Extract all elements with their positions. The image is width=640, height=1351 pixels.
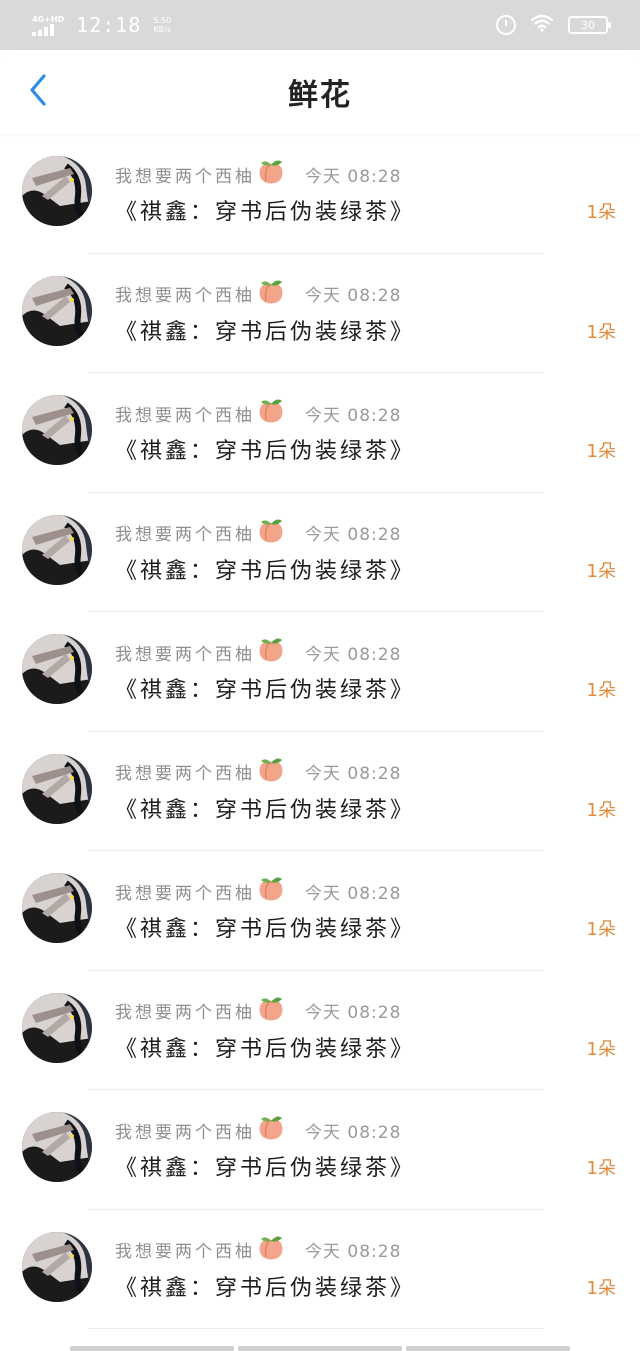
battery-icon: 30 <box>568 16 611 34</box>
timestamp: 今天 08:28 <box>305 1122 402 1143</box>
user-name[interactable]: 我想要两个西柚 <box>115 162 255 187</box>
avatar[interactable] <box>22 156 92 226</box>
status-right: 30 <box>496 14 611 36</box>
alarm-icon <box>496 15 516 35</box>
user-name[interactable]: 我想要两个西柚 <box>115 520 255 545</box>
timestamp: 今天 08:28 <box>305 883 402 904</box>
user-name[interactable]: 我想要两个西柚 <box>115 401 255 426</box>
peach-icon <box>257 279 285 309</box>
peach-icon <box>257 159 285 189</box>
book-title[interactable]: 《祺鑫：穿书后伪装绿茶》 <box>115 672 415 704</box>
status-bar: 4G+HD 12:18 5.50 KB/s 30 <box>0 0 640 50</box>
clock: 12:18 <box>76 13 142 37</box>
book-title[interactable]: 《祺鑫：穿书后伪装绿茶》 <box>115 1031 415 1063</box>
avatar[interactable] <box>22 395 92 465</box>
network-type: 4G+HD <box>32 14 65 24</box>
page-title: 鲜花 <box>288 78 352 113</box>
list-item[interactable]: 我想要两个西柚 今天 08:28 《祺鑫：穿书后伪装绿茶》 1朵 <box>0 493 640 612</box>
timestamp: 今天 08:28 <box>305 286 402 306</box>
peach-icon <box>257 398 285 428</box>
avatar[interactable] <box>22 634 92 704</box>
item-meta: 我想要两个西柚 今天 08:28 <box>115 518 402 548</box>
peach-icon <box>257 518 285 548</box>
timestamp: 今天 08:28 <box>305 644 402 665</box>
peach-icon <box>257 996 285 1026</box>
item-meta: 我想要两个西柚 今天 08:28 <box>115 398 402 428</box>
flower-count: 1朵 <box>586 1277 616 1299</box>
avatar[interactable] <box>22 1112 92 1182</box>
list-item[interactable]: 我想要两个西柚 今天 08:28 《祺鑫：穿书后伪装绿茶》 1朵 <box>0 971 640 1090</box>
user-name[interactable]: 我想要两个西柚 <box>115 759 255 784</box>
header: 鲜花 <box>0 50 640 134</box>
user-name[interactable]: 我想要两个西柚 <box>115 1118 255 1143</box>
item-meta: 我想要两个西柚 今天 08:28 <box>115 159 402 189</box>
avatar[interactable] <box>22 275 92 346</box>
flower-count: 1朵 <box>586 680 616 701</box>
list-item[interactable]: 我想要两个西柚 今天 08:28 《祺鑫：穿书后伪装绿茶》 1朵 <box>0 254 640 373</box>
list-item[interactable]: 我想要两个西柚 今天 08:28 《祺鑫：穿书后伪装绿茶》 1朵 <box>0 732 640 851</box>
battery-level: 30 <box>581 18 595 32</box>
flower-count: 1朵 <box>586 202 616 223</box>
divider <box>88 1328 544 1329</box>
flower-count: 1朵 <box>586 560 616 582</box>
book-title[interactable]: 《祺鑫：穿书后伪装绿茶》 <box>115 792 415 824</box>
chevron-left-icon <box>30 74 46 106</box>
avatar[interactable] <box>22 992 92 1063</box>
book-title[interactable]: 《祺鑫：穿书后伪装绿茶》 <box>115 194 415 226</box>
flower-count: 1朵 <box>586 799 616 821</box>
timestamp: 今天 08:28 <box>305 405 402 426</box>
item-meta: 我想要两个西柚 今天 08:28 <box>115 1235 402 1265</box>
back-button[interactable] <box>18 70 58 110</box>
flower-count: 1朵 <box>586 1038 616 1060</box>
book-title[interactable]: 《祺鑫：穿书后伪装绿茶》 <box>115 433 415 465</box>
book-title[interactable]: 《祺鑫：穿书后伪装绿茶》 <box>115 1270 415 1302</box>
item-meta: 我想要两个西柚 今天 08:28 <box>115 1115 402 1145</box>
item-meta: 我想要两个西柚 今天 08:28 <box>115 637 402 667</box>
status-left: 4G+HD 12:18 5.50 KB/s <box>32 13 171 37</box>
timestamp: 今天 08:28 <box>305 1003 402 1023</box>
user-name[interactable]: 我想要两个西柚 <box>115 879 255 904</box>
peach-icon <box>257 1115 285 1145</box>
user-name[interactable]: 我想要两个西柚 <box>115 640 255 665</box>
list-item[interactable]: 我想要两个西柚 今天 08:28 《祺鑫：穿书后伪装绿茶》 1朵 <box>0 373 640 493</box>
book-title[interactable]: 《祺鑫：穿书后伪装绿茶》 <box>115 314 415 346</box>
cell-signal-icon: 4G+HD <box>32 15 64 36</box>
list-item[interactable]: 我想要两个西柚 今天 08:28 《祺鑫：穿书后伪装绿茶》 1朵 <box>0 134 640 254</box>
list-item[interactable]: 我想要两个西柚 今天 08:28 《祺鑫：穿书后伪装绿茶》 1朵 <box>0 851 640 971</box>
timestamp: 今天 08:28 <box>305 525 402 545</box>
item-meta: 我想要两个西柚 今天 08:28 <box>115 876 402 906</box>
item-meta: 我想要两个西柚 今天 08:28 <box>115 996 402 1026</box>
avatar[interactable] <box>22 514 92 585</box>
avatar[interactable] <box>22 1231 92 1302</box>
user-name[interactable]: 我想要两个西柚 <box>115 1237 255 1262</box>
gift-list: 我想要两个西柚 今天 08:28 《祺鑫：穿书后伪装绿茶》 1朵 我想要两个西柚… <box>0 134 640 1329</box>
book-title[interactable]: 《祺鑫：穿书后伪装绿茶》 <box>115 553 415 585</box>
network-speed: 5.50 KB/s <box>153 16 172 34</box>
timestamp: 今天 08:28 <box>305 764 402 784</box>
flower-count: 1朵 <box>586 1158 616 1179</box>
flower-count: 1朵 <box>586 441 616 462</box>
peach-icon <box>257 1235 285 1265</box>
book-title[interactable]: 《祺鑫：穿书后伪装绿茶》 <box>115 911 415 943</box>
item-meta: 我想要两个西柚 今天 08:28 <box>115 279 402 309</box>
bottom-scroll-indicator <box>70 1346 570 1351</box>
timestamp: 今天 08:28 <box>305 166 402 187</box>
avatar[interactable] <box>22 873 92 943</box>
book-title[interactable]: 《祺鑫：穿书后伪装绿茶》 <box>115 1150 415 1182</box>
user-name[interactable]: 我想要两个西柚 <box>115 998 255 1023</box>
timestamp: 今天 08:28 <box>305 1242 402 1262</box>
list-item[interactable]: 我想要两个西柚 今天 08:28 《祺鑫：穿书后伪装绿茶》 1朵 <box>0 1090 640 1210</box>
list-item[interactable]: 我想要两个西柚 今天 08:28 《祺鑫：穿书后伪装绿茶》 1朵 <box>0 1210 640 1329</box>
avatar[interactable] <box>22 753 92 824</box>
user-name[interactable]: 我想要两个西柚 <box>115 281 255 306</box>
wifi-icon <box>530 14 554 36</box>
item-meta: 我想要两个西柚 今天 08:28 <box>115 757 402 787</box>
flower-count: 1朵 <box>586 919 616 940</box>
peach-icon <box>257 637 285 667</box>
peach-icon <box>257 757 285 787</box>
peach-icon <box>257 876 285 906</box>
flower-count: 1朵 <box>586 321 616 343</box>
list-item[interactable]: 我想要两个西柚 今天 08:28 《祺鑫：穿书后伪装绿茶》 1朵 <box>0 612 640 732</box>
